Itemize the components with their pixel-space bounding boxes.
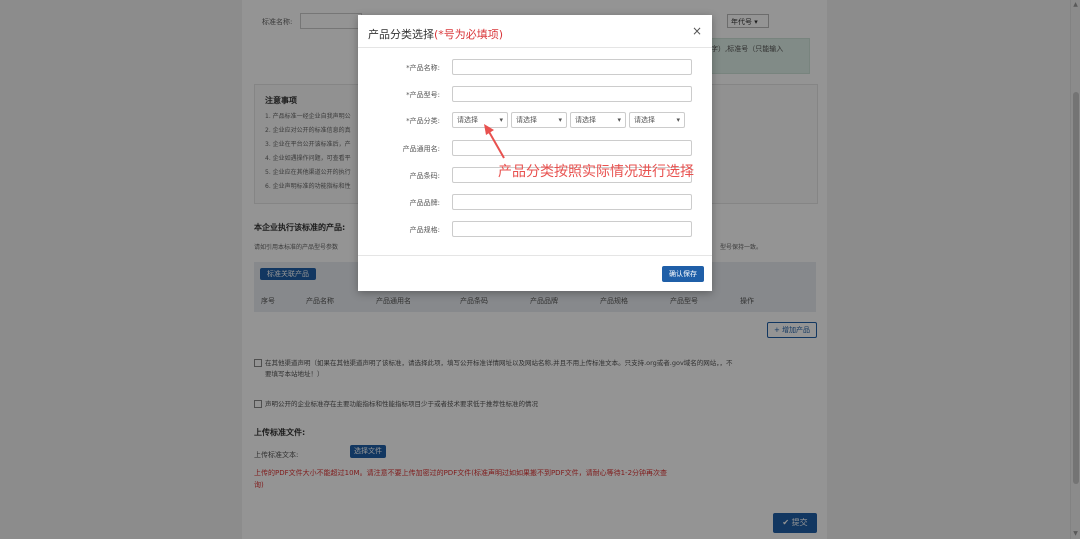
modal-title: 产品分类选择(*号为必填项) <box>368 28 504 41</box>
product-name-input[interactable] <box>452 59 692 75</box>
chevron-down-icon: ▾ <box>617 116 621 124</box>
product-model-input[interactable] <box>452 86 692 102</box>
spec-input[interactable] <box>452 221 692 237</box>
generic-name-label: 产品通用名: <box>402 145 440 153</box>
category-select-2[interactable]: 请选择 ▾ <box>511 112 567 128</box>
product-model-label: *产品型号: <box>406 91 440 99</box>
brand-input[interactable] <box>452 194 692 210</box>
product-category-modal: 产品分类选择(*号为必填项) × *产品名称: *产品型号: *产品分类: 请选… <box>358 15 712 291</box>
modal-header: 产品分类选择(*号为必填项) × <box>358 15 712 48</box>
brand-label: 产品品牌: <box>409 199 440 207</box>
product-name-label: *产品名称: <box>406 64 440 72</box>
close-icon[interactable]: × <box>692 24 702 38</box>
required-hint: (*号为必填项) <box>434 28 504 41</box>
annotation-arrow-icon <box>484 124 505 159</box>
annotation-text: 产品分类按照实际情况进行选择 <box>498 164 694 180</box>
barcode-label: 产品条码: <box>409 172 440 180</box>
category-select-4[interactable]: 请选择 ▾ <box>629 112 685 128</box>
confirm-save-button[interactable]: 确认保存 <box>662 266 704 282</box>
modal-footer: 确认保存 <box>358 255 712 292</box>
product-category-label: *产品分类: <box>406 117 440 125</box>
chevron-down-icon: ▾ <box>676 116 680 124</box>
spec-label: 产品规格: <box>409 226 440 234</box>
chevron-down-icon: ▾ <box>558 116 562 124</box>
category-select-3[interactable]: 请选择 ▾ <box>570 112 626 128</box>
